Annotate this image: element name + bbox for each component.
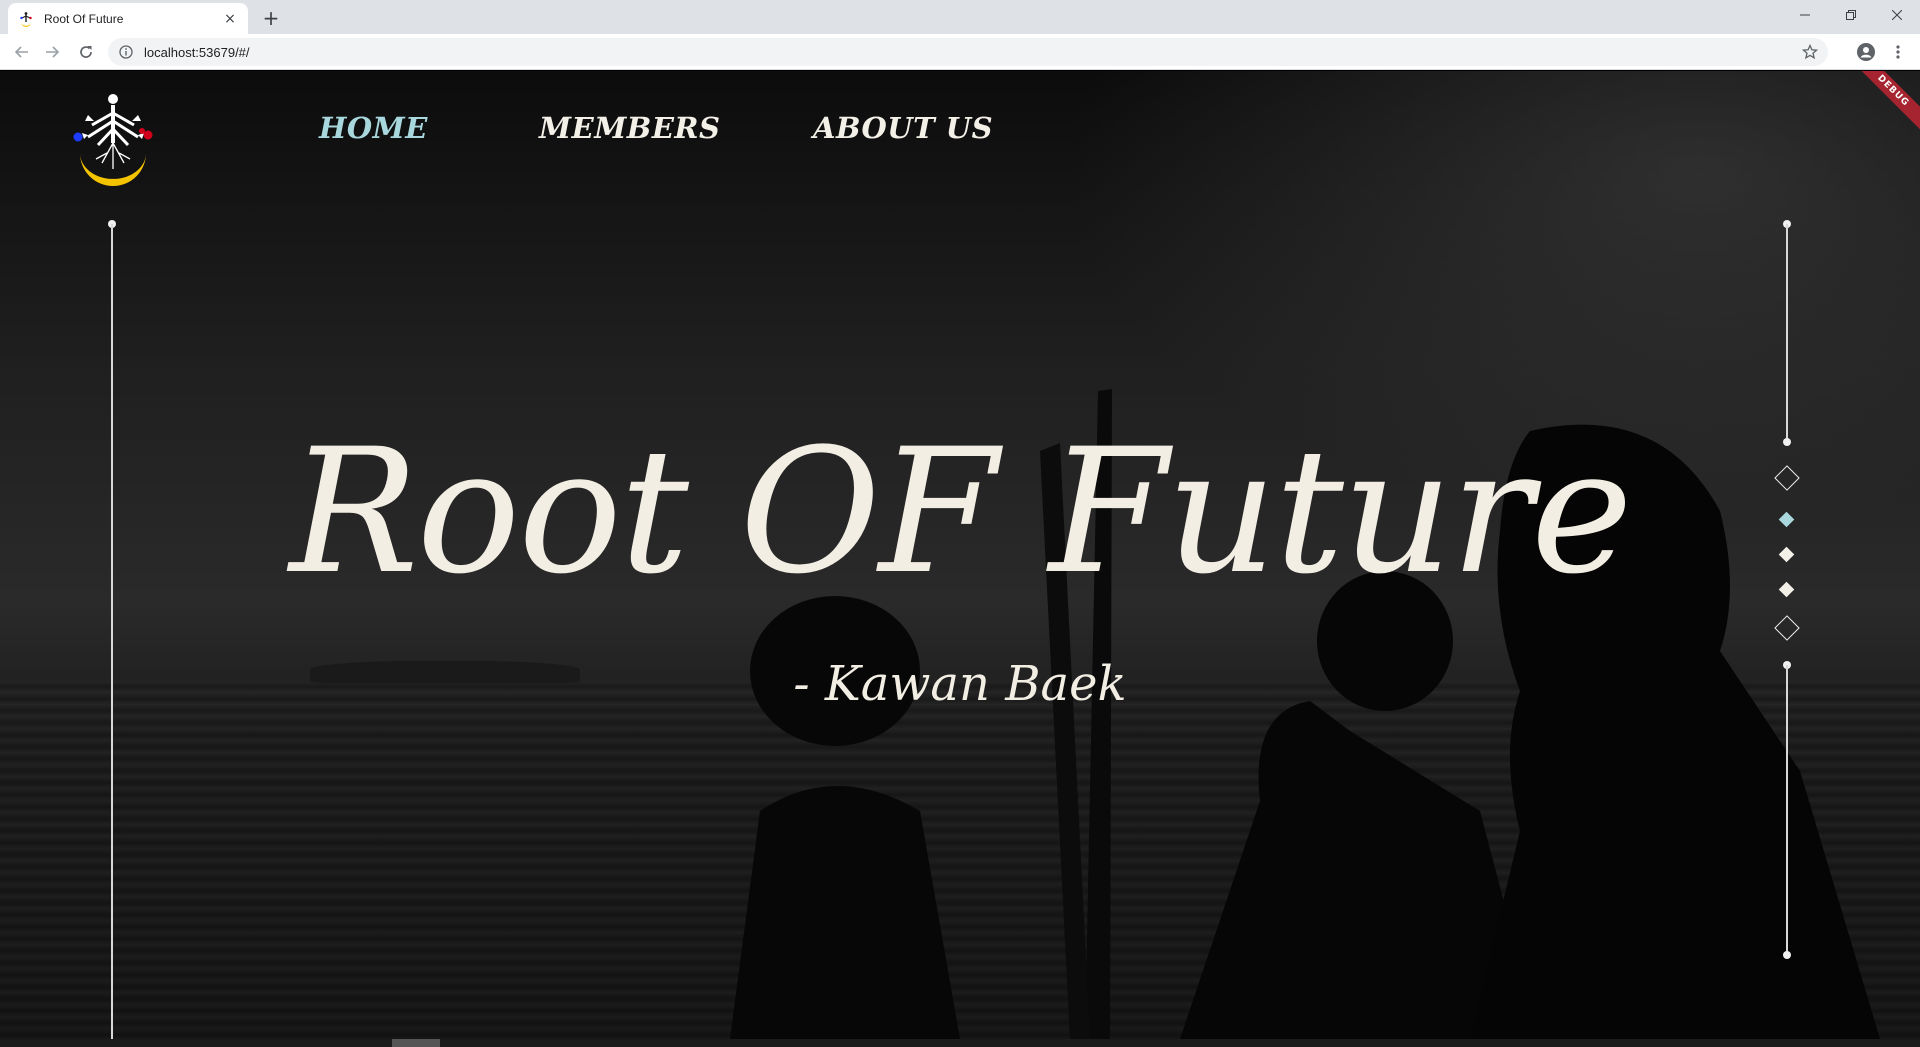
page-viewport: DEBUG HOME MEMBERS ABOUT US Root OF Futu… xyxy=(0,71,1920,1039)
tree-favicon-icon xyxy=(18,11,34,27)
browser-tab[interactable]: Root Of Future × xyxy=(8,3,248,34)
close-icon[interactable] xyxy=(1874,0,1920,30)
account-icon[interactable] xyxy=(1854,40,1878,64)
nav-home[interactable]: HOME xyxy=(319,111,428,145)
nav-about-us[interactable]: ABOUT US xyxy=(813,111,993,145)
arrow-left-icon[interactable] xyxy=(10,40,34,64)
tree-logo-icon[interactable] xyxy=(72,91,154,193)
info-icon[interactable] xyxy=(118,44,134,60)
scrollbar-thumb[interactable] xyxy=(392,1039,440,1047)
url-text: localhost:53679/#/ xyxy=(144,44,250,60)
reload-icon[interactable] xyxy=(74,40,98,64)
right-rail-top-line xyxy=(1786,224,1788,442)
left-rail-line xyxy=(111,224,113,1039)
hero-subtitle: - Kawan Baek xyxy=(793,656,1127,712)
new-tab-button[interactable]: + xyxy=(258,5,284,31)
arrow-right-icon[interactable] xyxy=(40,40,64,64)
tab-title: Root Of Future xyxy=(44,11,124,26)
hero-title: Root OF Future xyxy=(289,411,1632,612)
nav-members[interactable]: MEMBERS xyxy=(539,111,720,145)
address-bar[interactable]: localhost:53679/#/ xyxy=(108,38,1828,66)
minimize-icon[interactable] xyxy=(1782,0,1828,30)
star-icon[interactable] xyxy=(1801,43,1819,64)
kebab-menu-icon[interactable] xyxy=(1886,40,1910,64)
browser-toolbar: localhost:53679/#/ xyxy=(0,34,1920,70)
right-rail-bottom-dot xyxy=(1783,951,1791,959)
restore-icon[interactable] xyxy=(1828,0,1874,30)
browser-tabstrip: Root Of Future × + xyxy=(0,0,1920,34)
horizontal-scrollbar[interactable] xyxy=(0,1039,1920,1047)
tab-close-button[interactable]: × xyxy=(222,11,238,27)
window-controls xyxy=(1782,0,1920,30)
